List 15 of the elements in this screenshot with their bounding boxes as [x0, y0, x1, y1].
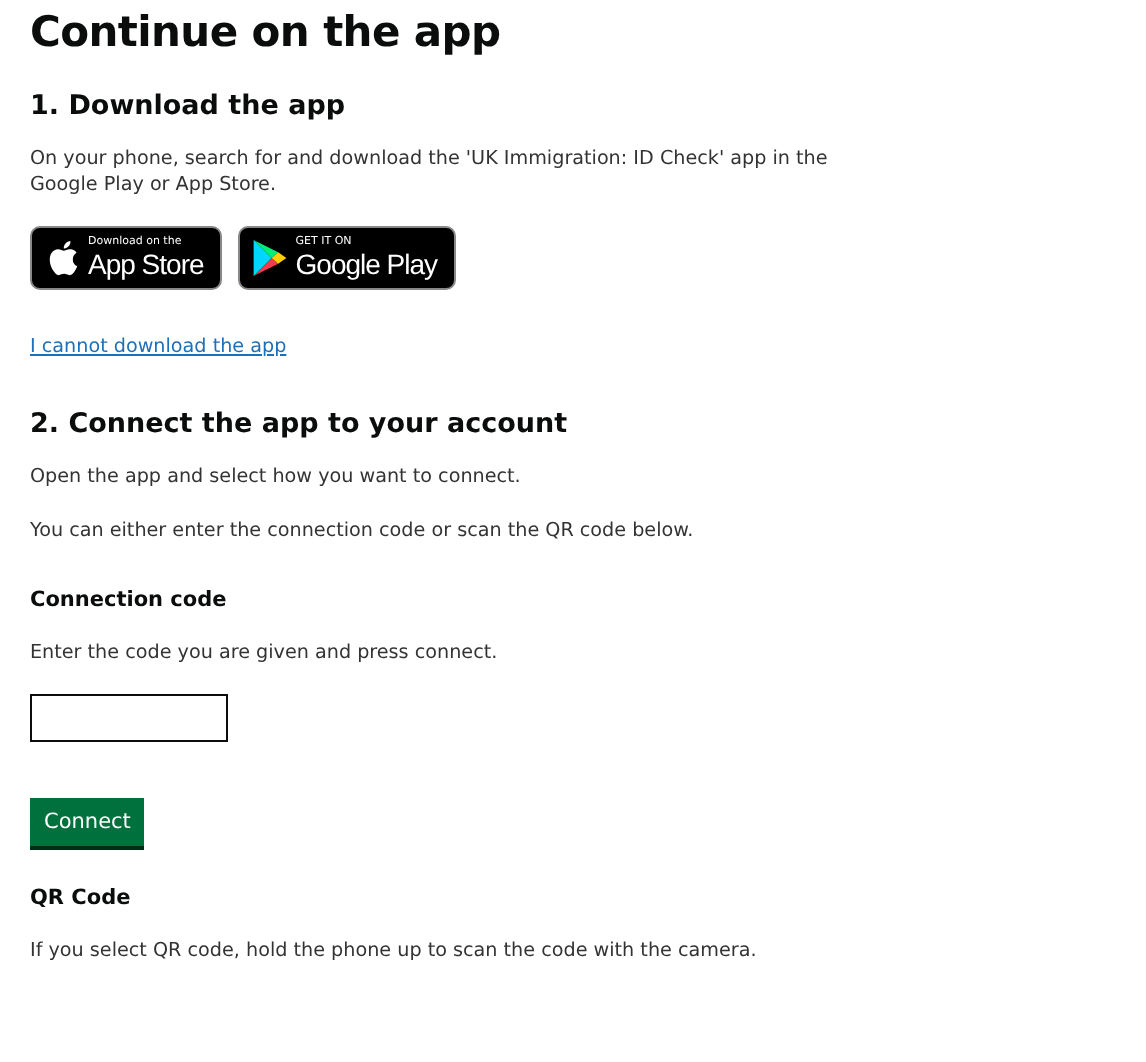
hint-text: Enter the code you are given and press connect. [30, 640, 500, 666]
section-label: QR Code [30, 886, 133, 910]
field-label: Connection code [30, 588, 229, 612]
play-triangle-icon [251, 238, 288, 278]
cannot-download-link[interactable]: I cannot download the app [30, 336, 287, 358]
section-heading: 1. Download the app [30, 90, 348, 122]
apple-icon [44, 238, 80, 278]
hint-text: If you select QR code, hold the phone up to scan the code with the camera. [30, 938, 759, 964]
connect-button[interactable]: Connect [30, 798, 145, 846]
page-title: Continue on the app [30, 8, 503, 56]
instruction-text: Open the app and select how you want to connect. [30, 464, 523, 490]
section-heading: 2. Connect the app to your account [30, 408, 570, 440]
instruction-text: You can either enter the connection code or scan the QR code below. [30, 518, 696, 544]
instruction-text: On your phone, search for and download the 'UK Immigration: ID Check' app in the Google Play or App Store. [30, 146, 830, 198]
connection-code-field[interactable] [30, 694, 228, 742]
